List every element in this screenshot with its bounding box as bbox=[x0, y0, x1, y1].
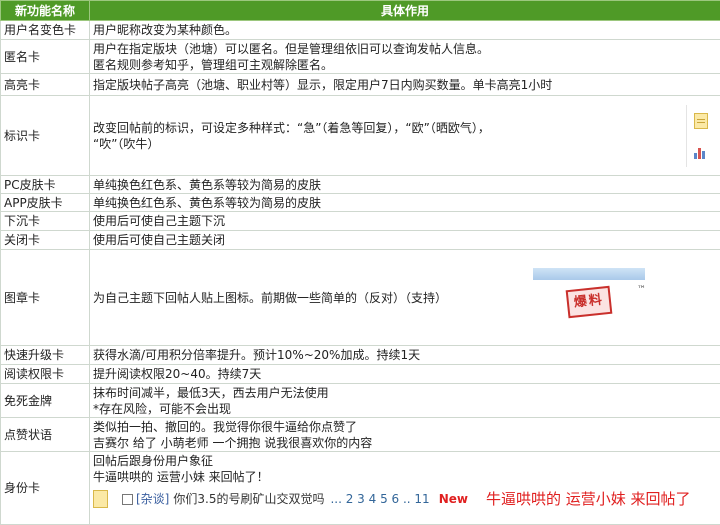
feature-effect: 改变回帖前的标识，可设定多种样式：“急”（着急等回复），“欧”（晒欧气）， “吹… bbox=[90, 96, 720, 176]
feature-effect: 提升阅读权限20~40。持续7天 bbox=[90, 365, 720, 384]
file-icon bbox=[93, 490, 108, 508]
feature-name: 阅读权限卡 bbox=[1, 365, 90, 384]
feature-effect: 抹布时间减半，最低3天，西去用户无法使用 *存在风险，可能不会出现 bbox=[90, 384, 720, 418]
feature-name: 图章卡 bbox=[1, 250, 90, 346]
feature-name: 快速升级卡 bbox=[1, 346, 90, 365]
feature-table: 新功能名称 具体作用 用户名变色卡 用户昵称改变为某种颜色。 匿名卡 用户在指定… bbox=[0, 0, 720, 525]
table-row: 用户名变色卡 用户昵称改变为某种颜色。 bbox=[1, 21, 720, 40]
marker-icons bbox=[686, 105, 715, 167]
table-header-row: 新功能名称 具体作用 bbox=[1, 1, 720, 21]
feature-effect: 用户在指定版块（池塘）可以匿名。但是管理组依旧可以查询发帖人信息。 匿名规则参考… bbox=[90, 40, 720, 74]
identity-reply-text: 牛逼哄哄的 运营小妹 来回帖了 bbox=[486, 491, 691, 507]
table-row: 关闭卡 使用后可使自己主题关闭 bbox=[1, 231, 720, 250]
effect-line: *存在风险，可能不会出现 bbox=[93, 401, 717, 417]
table-row: PC皮肤卡 单纯换色红色系、黄色系等较为简易的皮肤 bbox=[1, 176, 720, 194]
feature-name: 免死金牌 bbox=[1, 384, 90, 418]
table-row: 阅读权限卡 提升阅读权限20~40。持续7天 bbox=[1, 365, 720, 384]
effect-line: 使用后可使自己主题下沉 bbox=[93, 213, 717, 229]
effect-line: 改变回帖前的标识，可设定多种样式：“急”（着急等回复），“欧”（晒欧气）， bbox=[93, 120, 490, 136]
effect-line: 用户昵称改变为某种颜色。 bbox=[93, 22, 717, 38]
effect-line: 获得水滴/可用积分倍率提升。预计10%~20%加成。持续1天 bbox=[93, 347, 717, 363]
post-bar bbox=[533, 268, 645, 280]
thread-pages[interactable]: ... 2 3 4 5 6 .. 11 bbox=[330, 491, 429, 507]
feature-name: 身份卡 bbox=[1, 452, 90, 525]
feature-effect: 单纯换色红色系、黄色系等较为简易的皮肤 bbox=[90, 176, 720, 194]
effect-line: 为自己主题下回帖人贴上图标。前期做一些简单的（反对）（支持） bbox=[93, 290, 447, 306]
feature-name: 点赞状语 bbox=[1, 418, 90, 452]
table-row: 图章卡 为自己主题下回帖人贴上图标。前期做一些简单的（反对）（支持） 爆料 ™ bbox=[1, 250, 720, 346]
table-row: 高亮卡 指定版块帖子高亮（池塘、职业村等）显示，限定用户7日内购买数量。单卡高亮… bbox=[1, 74, 720, 96]
effect-line: 类似拍一拍、撤回的。我觉得你很牛逼给你点赞了 bbox=[93, 419, 717, 435]
effect-line: 单纯换色红色系、黄色系等较为简易的皮肤 bbox=[93, 195, 717, 211]
feature-effect: 为自己主题下回帖人贴上图标。前期做一些简单的（反对）（支持） 爆料 ™ bbox=[90, 250, 720, 346]
document-icon bbox=[694, 113, 708, 129]
stamp-badge: 爆料 bbox=[566, 285, 613, 317]
feature-effect: 用户昵称改变为某种颜色。 bbox=[90, 21, 720, 40]
thread-category-tag[interactable]: [杂谈] bbox=[136, 491, 169, 507]
stamp-preview: 爆料 ™ bbox=[533, 266, 645, 330]
table-row: 标识卡 改变回帖前的标识，可设定多种样式：“急”（着急等回复），“欧”（晒欧气）… bbox=[1, 96, 720, 176]
effect-line: 提升阅读权限20~40。持续7天 bbox=[93, 366, 717, 382]
feature-effect: 使用后可使自己主题关闭 bbox=[90, 231, 720, 250]
effect-line: 吉赛尔 给了 小萌老师 一个拥抱 说我很喜欢你的内容 bbox=[93, 435, 717, 451]
table-row: 点赞状语 类似拍一拍、撤回的。我觉得你很牛逼给你点赞了 吉赛尔 给了 小萌老师 … bbox=[1, 418, 720, 452]
feature-name: APP皮肤卡 bbox=[1, 194, 90, 212]
feature-effect: 使用后可使自己主题下沉 bbox=[90, 212, 720, 231]
effect-line: 回帖后跟身份用户象征 bbox=[93, 453, 717, 469]
feature-name: PC皮肤卡 bbox=[1, 176, 90, 194]
header-effect: 具体作用 bbox=[90, 1, 720, 21]
table-row: 快速升级卡 获得水滴/可用积分倍率提升。预计10%~20%加成。持续1天 bbox=[1, 346, 720, 365]
feature-name: 关闭卡 bbox=[1, 231, 90, 250]
effect-line: 单纯换色红色系、黄色系等较为简易的皮肤 bbox=[93, 177, 717, 193]
effect-line: 抹布时间减半，最低3天，西去用户无法使用 bbox=[93, 385, 717, 401]
table-row: 匿名卡 用户在指定版块（池塘）可以匿名。但是管理组依旧可以查询发帖人信息。 匿名… bbox=[1, 40, 720, 74]
effect-line: 牛逼哄哄的 运营小妹 来回帖了！ bbox=[93, 469, 717, 485]
table-row: 身份卡 回帖后跟身份用户象征 牛逼哄哄的 运营小妹 来回帖了！ [杂谈] 你们3… bbox=[1, 452, 720, 525]
effect-line: 指定版块帖子高亮（池塘、职业村等）显示，限定用户7日内购买数量。单卡高亮1小时 bbox=[93, 77, 717, 93]
new-badge: New bbox=[439, 491, 468, 507]
feature-effect: 指定版块帖子高亮（池塘、职业村等）显示，限定用户7日内购买数量。单卡高亮1小时 bbox=[90, 74, 720, 96]
stamp-mark: ™ bbox=[637, 282, 646, 298]
table-row: 免死金牌 抹布时间减半，最低3天，西去用户无法使用 *存在风险，可能不会出现 bbox=[1, 384, 720, 418]
effect-line: 使用后可使自己主题关闭 bbox=[93, 232, 717, 248]
feature-effect: 单纯换色红色系、黄色系等较为简易的皮肤 bbox=[90, 194, 720, 212]
table-row: 下沉卡 使用后可使自己主题下沉 bbox=[1, 212, 720, 231]
feature-name: 用户名变色卡 bbox=[1, 21, 90, 40]
table-row: APP皮肤卡 单纯换色红色系、黄色系等较为简易的皮肤 bbox=[1, 194, 720, 212]
thread-title-link[interactable]: 你们3.5的号刷矿山交双觉吗 bbox=[173, 491, 324, 507]
feature-effect: 获得水滴/可用积分倍率提升。预计10%~20%加成。持续1天 bbox=[90, 346, 720, 365]
header-feature-name: 新功能名称 bbox=[1, 1, 90, 21]
feature-name: 下沉卡 bbox=[1, 212, 90, 231]
feature-name: 匿名卡 bbox=[1, 40, 90, 74]
feature-effect: 类似拍一拍、撤回的。我觉得你很牛逼给你点赞了 吉赛尔 给了 小萌老师 一个拥抱 … bbox=[90, 418, 720, 452]
forum-thread-preview: [杂谈] 你们3.5的号刷矿山交双觉吗 ... 2 3 4 5 6 .. 11 … bbox=[93, 485, 717, 513]
feature-name: 高亮卡 bbox=[1, 74, 90, 96]
effect-line: 用户在指定版块（池塘）可以匿名。但是管理组依旧可以查询发帖人信息。 bbox=[93, 41, 717, 57]
feature-effect: 回帖后跟身份用户象征 牛逼哄哄的 运营小妹 来回帖了！ [杂谈] 你们3.5的号… bbox=[90, 452, 720, 525]
bar-chart-icon bbox=[694, 145, 708, 159]
thread-checkbox[interactable] bbox=[122, 494, 133, 505]
effect-line: 匿名规则参考知乎，管理组可主观解除匿名。 bbox=[93, 57, 717, 73]
feature-name: 标识卡 bbox=[1, 96, 90, 176]
effect-line: “吹”（吹牛） bbox=[93, 136, 490, 152]
